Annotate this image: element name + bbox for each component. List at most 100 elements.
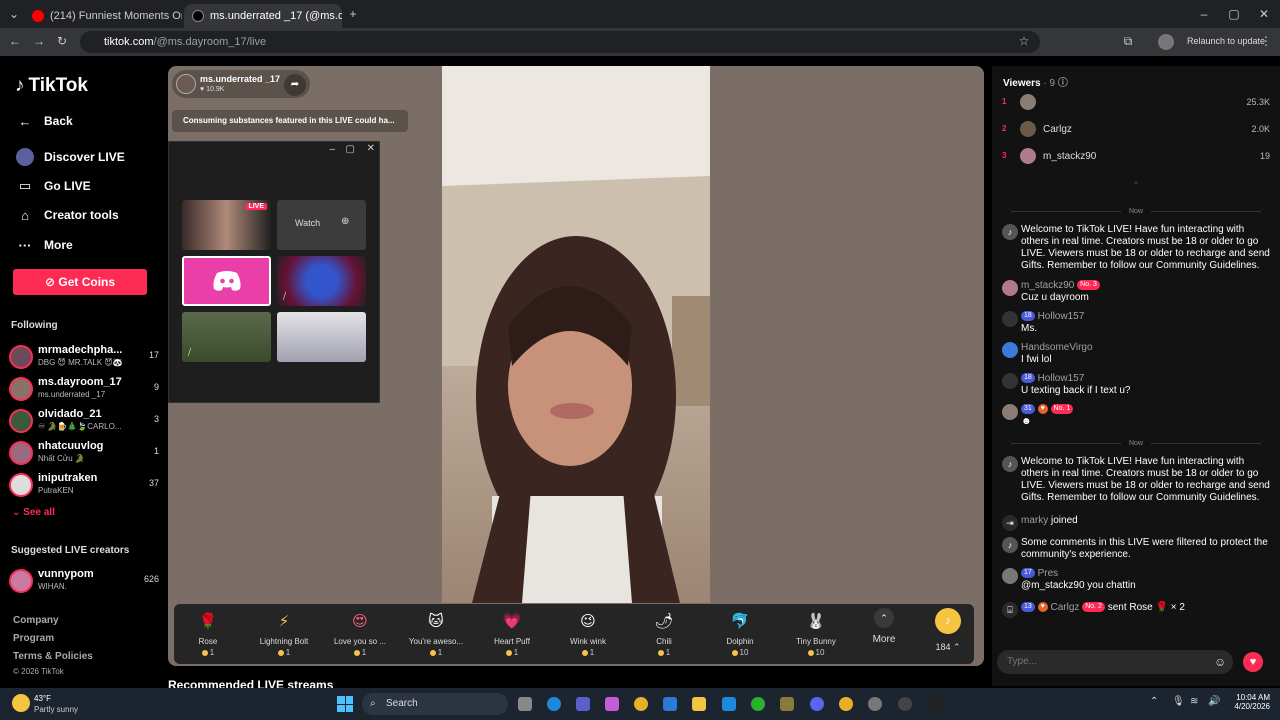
gift-lightning-bolt[interactable]: ⚡ Lightning Bolt 1 <box>247 608 321 657</box>
level-badge: 13 <box>1021 602 1035 613</box>
avatar <box>1020 121 1036 137</box>
app-c-icon[interactable] <box>722 697 736 711</box>
chrome-icon[interactable] <box>634 697 648 711</box>
chat-message[interactable]: 18 Hollow157 U texting back if I text u? <box>1002 373 1272 397</box>
avatar <box>9 473 33 497</box>
tab-search-icon[interactable]: ⌄ <box>6 7 22 21</box>
window-close-icon[interactable]: ✕ <box>1256 7 1272 21</box>
reload-icon[interactable]: ↻ <box>54 34 70 48</box>
close-icon[interactable]: ✕ <box>367 143 375 154</box>
chat-message[interactable]: HandsomeVirgo I fwi lol <box>1002 342 1272 366</box>
wifi-icon[interactable]: ≋ <box>1190 696 1198 707</box>
emoji-icon: ☻ <box>1021 416 1032 427</box>
footer-company-link[interactable]: Company <box>13 615 59 626</box>
nav-creator-tools[interactable]: ⌂ Creator tools <box>16 206 119 224</box>
tiktok-note-icon: ♪ <box>15 75 25 96</box>
weather-icon[interactable] <box>12 694 30 712</box>
heart-icon[interactable]: ♥ <box>1243 652 1263 672</box>
discord-taskbar-icon[interactable] <box>810 697 824 711</box>
gift-chili[interactable]: 🌶 Chili 1 <box>627 608 701 657</box>
tab-youtube[interactable]: (214) Funniest Moments On Po ✕ <box>24 4 182 28</box>
relaunch-button[interactable]: Relaunch to update <box>1187 36 1265 46</box>
xbox-icon[interactable] <box>751 697 765 711</box>
room-thumbnail[interactable] <box>277 312 366 362</box>
minimize-icon[interactable]: – <box>329 144 335 155</box>
microphone-icon[interactable]: 🎙 <box>1172 696 1185 707</box>
volume-icon[interactable]: 🔊 <box>1208 696 1220 707</box>
clock[interactable]: 10:04 AM 4/20/2026 <box>1226 693 1270 711</box>
chat-message[interactable]: 31 ♥ No. 1 ☻ <box>1002 404 1272 428</box>
following-item[interactable]: ms.dayroom_17 ms.underrated _17 9 <box>9 374 159 404</box>
collapse-chevron-icon[interactable]: ⌄ <box>992 176 1280 187</box>
viewer-row[interactable]: 3 m_stackz90 19 <box>1002 148 1270 166</box>
following-item[interactable]: nhatcuuvlog Nhất Cửu 🐊 1 <box>9 438 159 468</box>
tray-chevron-icon[interactable]: ⌃ <box>1150 696 1158 707</box>
task-view-icon[interactable] <box>518 697 532 711</box>
coin-balance-button[interactable]: ♪ 184 ⌃ <box>911 608 985 653</box>
teams-icon[interactable] <box>576 697 590 711</box>
following-item[interactable]: mrmadechpha... DBG 😈 MR.TALK 😈🐼 17 <box>9 342 159 372</box>
chat-gift-message[interactable]: ⌸ 13 ♥ Carlgz No. 2 sent Rose 🌹 × 2 <box>1002 602 1272 618</box>
new-tab-icon[interactable]: + <box>345 7 361 21</box>
chat-filter-notice: ♪ Some comments in this LIVE were filter… <box>1002 537 1272 561</box>
chat-input[interactable] <box>997 650 1233 674</box>
field-thumbnail[interactable]: ⧸ <box>182 312 271 362</box>
edge-icon[interactable] <box>547 697 561 711</box>
emoji-icon[interactable]: ☺ <box>1214 655 1226 669</box>
gift-wink-wink[interactable]: 😉 Wink wink 1 <box>551 608 625 657</box>
game-icon[interactable] <box>780 697 794 711</box>
see-all-link[interactable]: ⌄ See all <box>12 507 55 518</box>
epic-games-icon[interactable] <box>927 697 941 711</box>
menu-dots-icon[interactable]: ⋮ <box>1258 34 1274 48</box>
settings-gear-icon[interactable] <box>868 697 882 711</box>
footer-program-link[interactable]: Program <box>13 633 54 644</box>
suggested-item[interactable]: vunnypom WIHAN. 626 <box>9 566 159 596</box>
nav-discover-live[interactable]: Discover LIVE <box>16 148 125 166</box>
gift-dolphin[interactable]: 🐬 Dolphin 10 <box>703 608 777 657</box>
footer-terms-link[interactable]: Terms & Policies <box>13 651 93 662</box>
gift-youre-awesome[interactable]: 🐱 You're aweso... 1 <box>399 608 473 657</box>
get-coins-button[interactable]: ⊘ Get Coins <box>13 269 147 295</box>
url-input[interactable]: tiktok.com/@ms.dayroom_17/live <box>80 31 1040 53</box>
chat-message[interactable]: m_stackz90 No. 3 Cuz u dayroom <box>1002 280 1272 304</box>
file-explorer-icon[interactable] <box>692 697 706 711</box>
gift-rose[interactable]: 🌹 Rose 1 <box>171 608 245 657</box>
viewer-row[interactable]: 2 Carlgz 2.0K <box>1002 121 1270 139</box>
forward-arrow-icon[interactable]: → <box>31 34 47 48</box>
maximize-icon[interactable]: ▢ <box>346 144 355 155</box>
window-preview-popup: – ▢ ✕ LIVE Watch ⊕ ⧸ ⧸ <box>168 141 380 403</box>
gift-tiny-bunny[interactable]: 🐰 Tiny Bunny 10 <box>779 608 853 657</box>
gift-heart-puff[interactable]: 💗 Heart Puff 1 <box>475 608 549 657</box>
nav-more[interactable]: ··· More <box>16 236 73 254</box>
video-thumbnail[interactable]: ⧸ <box>277 256 366 306</box>
maximize-icon[interactable]: ▢ <box>1226 7 1242 21</box>
back-arrow-icon[interactable]: ← <box>7 34 23 48</box>
viewers-header[interactable]: Viewers · 9 ⓘ <box>1003 74 1068 89</box>
extensions-icon[interactable]: ⧉ <box>1120 34 1136 49</box>
watch-thumbnail[interactable]: Watch ⊕ <box>277 200 366 250</box>
gift-love-you[interactable]: 😍 Love you so ... 1 <box>323 608 397 657</box>
bookmark-star-icon[interactable]: ☆ <box>1016 34 1032 48</box>
following-item[interactable]: olvidado_21 ♾ 🐊🍺🎄🍃CARLO... 3 <box>9 406 159 436</box>
discord-thumbnail[interactable] <box>182 256 271 306</box>
tiktok-logo[interactable]: ♪ TikTok <box>15 75 88 97</box>
share-icon[interactable]: ➦ <box>284 74 306 96</box>
recorder-icon[interactable] <box>898 697 912 711</box>
minimize-icon[interactable]: – <box>1196 7 1212 21</box>
tab-tiktok[interactable]: ms.underrated _17 (@ms.da 🔊 ✕ <box>184 4 342 28</box>
chrome-active-icon[interactable] <box>839 697 853 711</box>
following-item[interactable]: iniputraken PutraKEN 37 <box>9 470 159 500</box>
back-button[interactable]: ← Back <box>16 112 73 130</box>
taskbar-search[interactable]: ⌕ Search <box>362 693 508 715</box>
live-thumbnail[interactable]: LIVE <box>182 200 271 250</box>
gift-more-button[interactable]: ⌃ More <box>847 608 921 645</box>
viewer-row[interactable]: 1 25.3K <box>1002 94 1270 112</box>
live-video[interactable] <box>442 66 710 603</box>
chat-message[interactable]: 18 Hollow157 Ms. <box>1002 311 1272 335</box>
copilot-icon[interactable] <box>605 697 619 711</box>
store-icon[interactable] <box>663 697 677 711</box>
windows-start-icon[interactable] <box>337 696 353 712</box>
nav-go-live[interactable]: ▭ Go LIVE <box>16 177 91 195</box>
chat-message[interactable]: 17 Pres @m_stackz90 you chattin <box>1002 568 1272 592</box>
profile-avatar[interactable] <box>1158 34 1174 50</box>
